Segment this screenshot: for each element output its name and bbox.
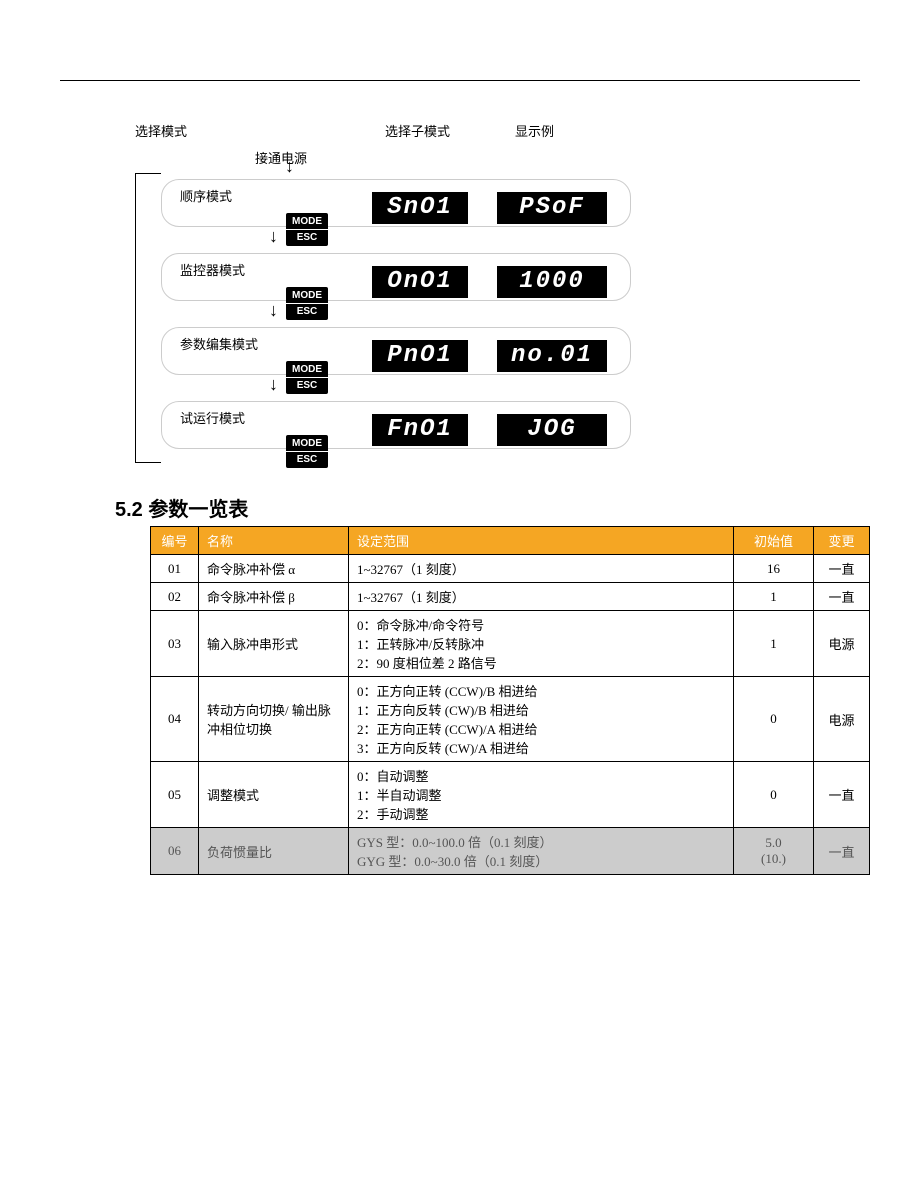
- cell-init: 16: [734, 555, 814, 583]
- mode-esc-button[interactable]: MODE ESC: [286, 213, 328, 246]
- cell-no: 03: [151, 611, 199, 677]
- cell-init: 0: [734, 677, 814, 762]
- power-on-label: 接通电源: [255, 148, 860, 167]
- page-top-rule: [60, 80, 860, 81]
- cell-no: 06: [151, 828, 199, 875]
- cell-range: 0：自动调整 1：半自动调整 2：手动调整: [349, 762, 734, 828]
- cell-change: 一直: [814, 583, 870, 611]
- button-line1: MODE: [286, 363, 328, 378]
- mode-label: 试运行模式: [180, 411, 245, 426]
- cell-name: 命令脉冲补偿 α: [199, 555, 349, 583]
- mode-label: 顺序模式: [180, 189, 232, 204]
- table-row: 02命令脉冲补偿 β1~32767（1 刻度）1一直: [151, 583, 870, 611]
- cell-name: 转动方向切换/ 输出脉冲相位切换: [199, 677, 349, 762]
- cell-init: 0: [734, 762, 814, 828]
- th-change: 变更: [814, 527, 870, 555]
- head-display-example: 显示例: [515, 121, 554, 140]
- cell-change: 电源: [814, 611, 870, 677]
- cell-range: 1~32767（1 刻度）: [349, 555, 734, 583]
- down-arrow-icon: ↓: [269, 301, 278, 319]
- cell-no: 01: [151, 555, 199, 583]
- mode-row: 顺序模式 SnO1 PSoF ↓ MODE ESC: [161, 173, 860, 247]
- table-row: 03输入脉冲串形式0：命令脉冲/命令符号 1：正转脉冲/反转脉冲 2：90 度相…: [151, 611, 870, 677]
- cell-range: 0：正方向正转 (CCW)/B 相进给 1：正方向反转 (CW)/B 相进给 2…: [349, 677, 734, 762]
- th-init: 初始值: [734, 527, 814, 555]
- button-line2: ESC: [286, 453, 328, 466]
- mode-label: 监控器模式: [180, 263, 245, 278]
- cell-change: 一直: [814, 762, 870, 828]
- cell-range: 0：命令脉冲/命令符号 1：正转脉冲/反转脉冲 2：90 度相位差 2 路信号: [349, 611, 734, 677]
- cell-no: 02: [151, 583, 199, 611]
- lcd-submode: FnO1: [372, 414, 468, 446]
- mode-row: 监控器模式 OnO1 1000 ↓ MODE ESC: [161, 247, 860, 321]
- diagram-column-heads: 选择模式 选择子模式 显示例: [135, 121, 860, 140]
- lcd-submode: PnO1: [372, 340, 468, 372]
- cell-range: GYS 型：0.0~100.0 倍（0.1 刻度） GYG 型：0.0~30.0…: [349, 828, 734, 875]
- cell-no: 04: [151, 677, 199, 762]
- down-arrow-icon: ↓: [269, 227, 278, 245]
- th-name: 名称: [199, 527, 349, 555]
- lcd-submode: OnO1: [372, 266, 468, 298]
- cell-no: 05: [151, 762, 199, 828]
- th-no: 编号: [151, 527, 199, 555]
- mode-rows-wrap: ↓ 顺序模式 SnO1 PSoF ↓ MODE ESC 监控器模式 OnO1 1…: [135, 173, 860, 469]
- table-row: 06负荷惯量比GYS 型：0.0~100.0 倍（0.1 刻度） GYG 型：0…: [151, 828, 870, 875]
- section-5-2-heading: 5.2 参数一览表: [115, 493, 860, 522]
- cell-init: 1: [734, 611, 814, 677]
- cell-range: 1~32767（1 刻度）: [349, 583, 734, 611]
- cell-init: 1: [734, 583, 814, 611]
- button-line1: MODE: [286, 215, 328, 230]
- button-line2: ESC: [286, 379, 328, 392]
- button-line2: ESC: [286, 231, 328, 244]
- mode-esc-button[interactable]: MODE ESC: [286, 361, 328, 394]
- button-line1: MODE: [286, 437, 328, 452]
- th-range: 设定范围: [349, 527, 734, 555]
- cell-name: 命令脉冲补偿 β: [199, 583, 349, 611]
- lcd-example: 1000: [497, 266, 607, 298]
- button-line1: MODE: [286, 289, 328, 304]
- mode-box-testrun: 试运行模式 FnO1 JOG: [161, 401, 631, 449]
- lcd-example: JOG: [497, 414, 607, 446]
- loop-bracket: [135, 173, 161, 463]
- head-select-mode: 选择模式: [135, 121, 385, 140]
- mode-esc-button[interactable]: MODE ESC: [286, 287, 328, 320]
- head-select-submode: 选择子模式: [385, 121, 515, 140]
- table-row: 05调整模式0：自动调整 1：半自动调整 2：手动调整0一直: [151, 762, 870, 828]
- mode-diagram: 选择模式 选择子模式 显示例 接通电源 ↓ 顺序模式 SnO1 PSoF ↓ M…: [135, 121, 860, 469]
- mode-box-paramedit: 参数编集模式 PnO1 no.01: [161, 327, 631, 375]
- button-line2: ESC: [286, 305, 328, 318]
- cell-change: 电源: [814, 677, 870, 762]
- lcd-example: no.01: [497, 340, 607, 372]
- cell-name: 调整模式: [199, 762, 349, 828]
- down-arrow-icon: ↓: [269, 375, 278, 393]
- lcd-example: PSoF: [497, 192, 607, 224]
- mode-row: 试运行模式 FnO1 JOG MODE ESC: [161, 395, 860, 469]
- cell-name: 负荷惯量比: [199, 828, 349, 875]
- cell-change: 一直: [814, 828, 870, 875]
- cell-change: 一直: [814, 555, 870, 583]
- mode-box-monitor: 监控器模式 OnO1 1000: [161, 253, 631, 301]
- mode-esc-button[interactable]: MODE ESC: [286, 435, 328, 468]
- table-row: 04转动方向切换/ 输出脉冲相位切换0：正方向正转 (CCW)/B 相进给 1：…: [151, 677, 870, 762]
- lcd-submode: SnO1: [372, 192, 468, 224]
- mode-box-sequence: 顺序模式 SnO1 PSoF: [161, 179, 631, 227]
- table-row: 01命令脉冲补偿 α1~32767（1 刻度）16一直: [151, 555, 870, 583]
- cell-init: 5.0 (10.): [734, 828, 814, 875]
- mode-row: 参数编集模式 PnO1 no.01 ↓ MODE ESC: [161, 321, 860, 395]
- table-header-row: 编号 名称 设定范围 初始值 变更: [151, 527, 870, 555]
- cell-name: 输入脉冲串形式: [199, 611, 349, 677]
- parameter-table: 编号 名称 设定范围 初始值 变更 01命令脉冲补偿 α1~32767（1 刻度…: [150, 526, 870, 875]
- mode-label: 参数编集模式: [180, 337, 258, 352]
